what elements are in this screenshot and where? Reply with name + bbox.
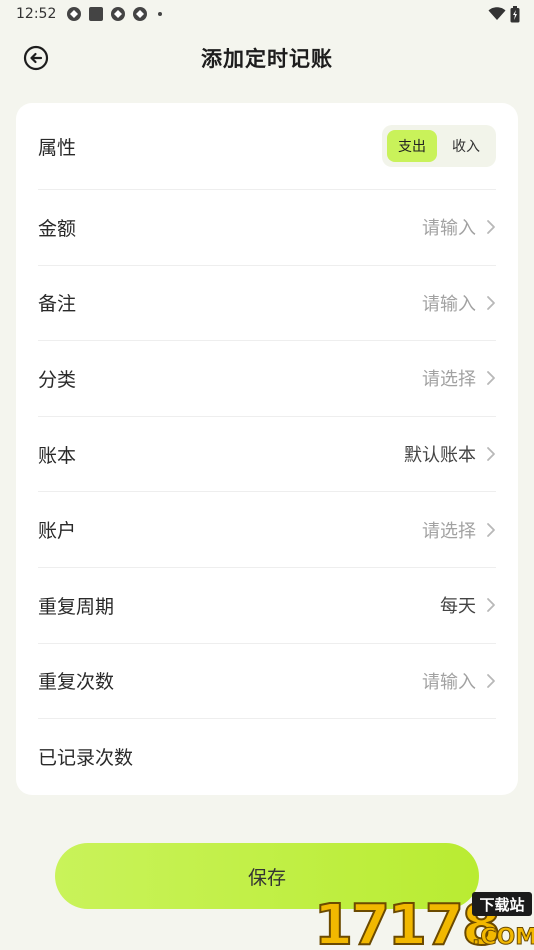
repeat-count-row[interactable]: 重复次数 请输入 bbox=[38, 644, 496, 720]
chevron-right-icon bbox=[487, 220, 495, 235]
more-notifications-dot-icon bbox=[158, 12, 163, 16]
chevron-right-icon bbox=[487, 673, 495, 688]
repeat-cycle-value[interactable]: 每天 bbox=[440, 592, 476, 618]
status-bar: 12:52 bbox=[0, 0, 534, 28]
repeat-count-label: 重复次数 bbox=[38, 671, 115, 694]
chevron-right-icon bbox=[487, 598, 495, 613]
attribute-segmented-control: 支出 收入 bbox=[382, 125, 496, 167]
recorded-count-label: 已记录次数 bbox=[38, 747, 134, 770]
notification-app-icon bbox=[133, 7, 148, 21]
site-watermark: 17178 下载站 .COM bbox=[313, 892, 534, 950]
amount-value[interactable]: 请输入 bbox=[422, 214, 476, 240]
ledger-label: 账本 bbox=[38, 444, 77, 467]
ledger-value[interactable]: 默认账本 bbox=[404, 441, 476, 467]
category-value-area[interactable]: 请选择 bbox=[422, 365, 496, 391]
attribute-row: 属性 支出 收入 bbox=[38, 103, 496, 190]
chevron-right-icon bbox=[487, 447, 495, 461]
status-notification-icons bbox=[66, 6, 163, 22]
amount-value-area[interactable]: 请输入 bbox=[422, 214, 496, 240]
expense-option[interactable]: 支出 bbox=[387, 130, 437, 162]
ledger-row[interactable]: 账本 默认账本 bbox=[38, 417, 496, 493]
category-row[interactable]: 分类 请选择 bbox=[38, 341, 496, 417]
back-button[interactable] bbox=[22, 44, 50, 72]
repeat-cycle-value-area[interactable]: 每天 bbox=[440, 592, 496, 618]
notification-app-icon bbox=[67, 7, 82, 21]
status-time: 12:52 bbox=[16, 6, 57, 22]
category-label: 分类 bbox=[38, 368, 77, 391]
notification-square-icon bbox=[89, 7, 104, 21]
form-card: 属性 支出 收入 金额 请输入 备注 请输入 分类 请选择 账本 默认账本 账户 请选择 重复周期每… bbox=[16, 103, 518, 795]
recorded-count-row: 已记录次数 bbox=[38, 719, 496, 795]
chevron-right-icon bbox=[487, 295, 495, 310]
account-label: 账户 bbox=[38, 520, 77, 543]
app-header: 添加定时记账 bbox=[0, 32, 534, 84]
note-value[interactable]: 请输入 bbox=[422, 290, 476, 316]
wifi-icon bbox=[488, 7, 506, 20]
chevron-right-icon bbox=[487, 522, 495, 537]
status-system-icons bbox=[488, 5, 520, 23]
category-value[interactable]: 请选择 bbox=[422, 365, 476, 391]
battery-icon bbox=[510, 5, 520, 22]
amount-row[interactable]: 金额 请输入 bbox=[38, 190, 496, 266]
repeat-cycle-row[interactable]: 重复周期 每天 bbox=[38, 568, 496, 644]
repeat-cycle-label: 重复周期 bbox=[38, 595, 115, 618]
repeat-count-value-area[interactable]: 请输入 bbox=[422, 668, 496, 694]
account-value-area[interactable]: 请选择 bbox=[422, 517, 496, 543]
ledger-value-area[interactable]: 默认账本 bbox=[404, 441, 496, 467]
watermark-tag: 下载站 bbox=[479, 896, 524, 914]
account-row[interactable]: 账户 请选择 bbox=[38, 492, 496, 568]
page-title: 添加定时记账 bbox=[201, 47, 333, 71]
account-value[interactable]: 请选择 bbox=[422, 517, 476, 543]
watermark-domain: .COM bbox=[472, 925, 534, 950]
income-option[interactable]: 收入 bbox=[441, 130, 491, 162]
repeat-count-value[interactable]: 请输入 bbox=[422, 668, 476, 694]
amount-label: 金额 bbox=[38, 217, 77, 240]
note-row[interactable]: 备注 请输入 bbox=[38, 266, 496, 342]
chevron-right-icon bbox=[487, 371, 495, 386]
back-arrow-icon bbox=[23, 45, 49, 71]
note-label: 备注 bbox=[38, 293, 77, 316]
notification-app-icon bbox=[111, 7, 126, 21]
note-value-area[interactable]: 请输入 bbox=[422, 290, 496, 316]
attribute-label: 属性 bbox=[38, 136, 77, 159]
